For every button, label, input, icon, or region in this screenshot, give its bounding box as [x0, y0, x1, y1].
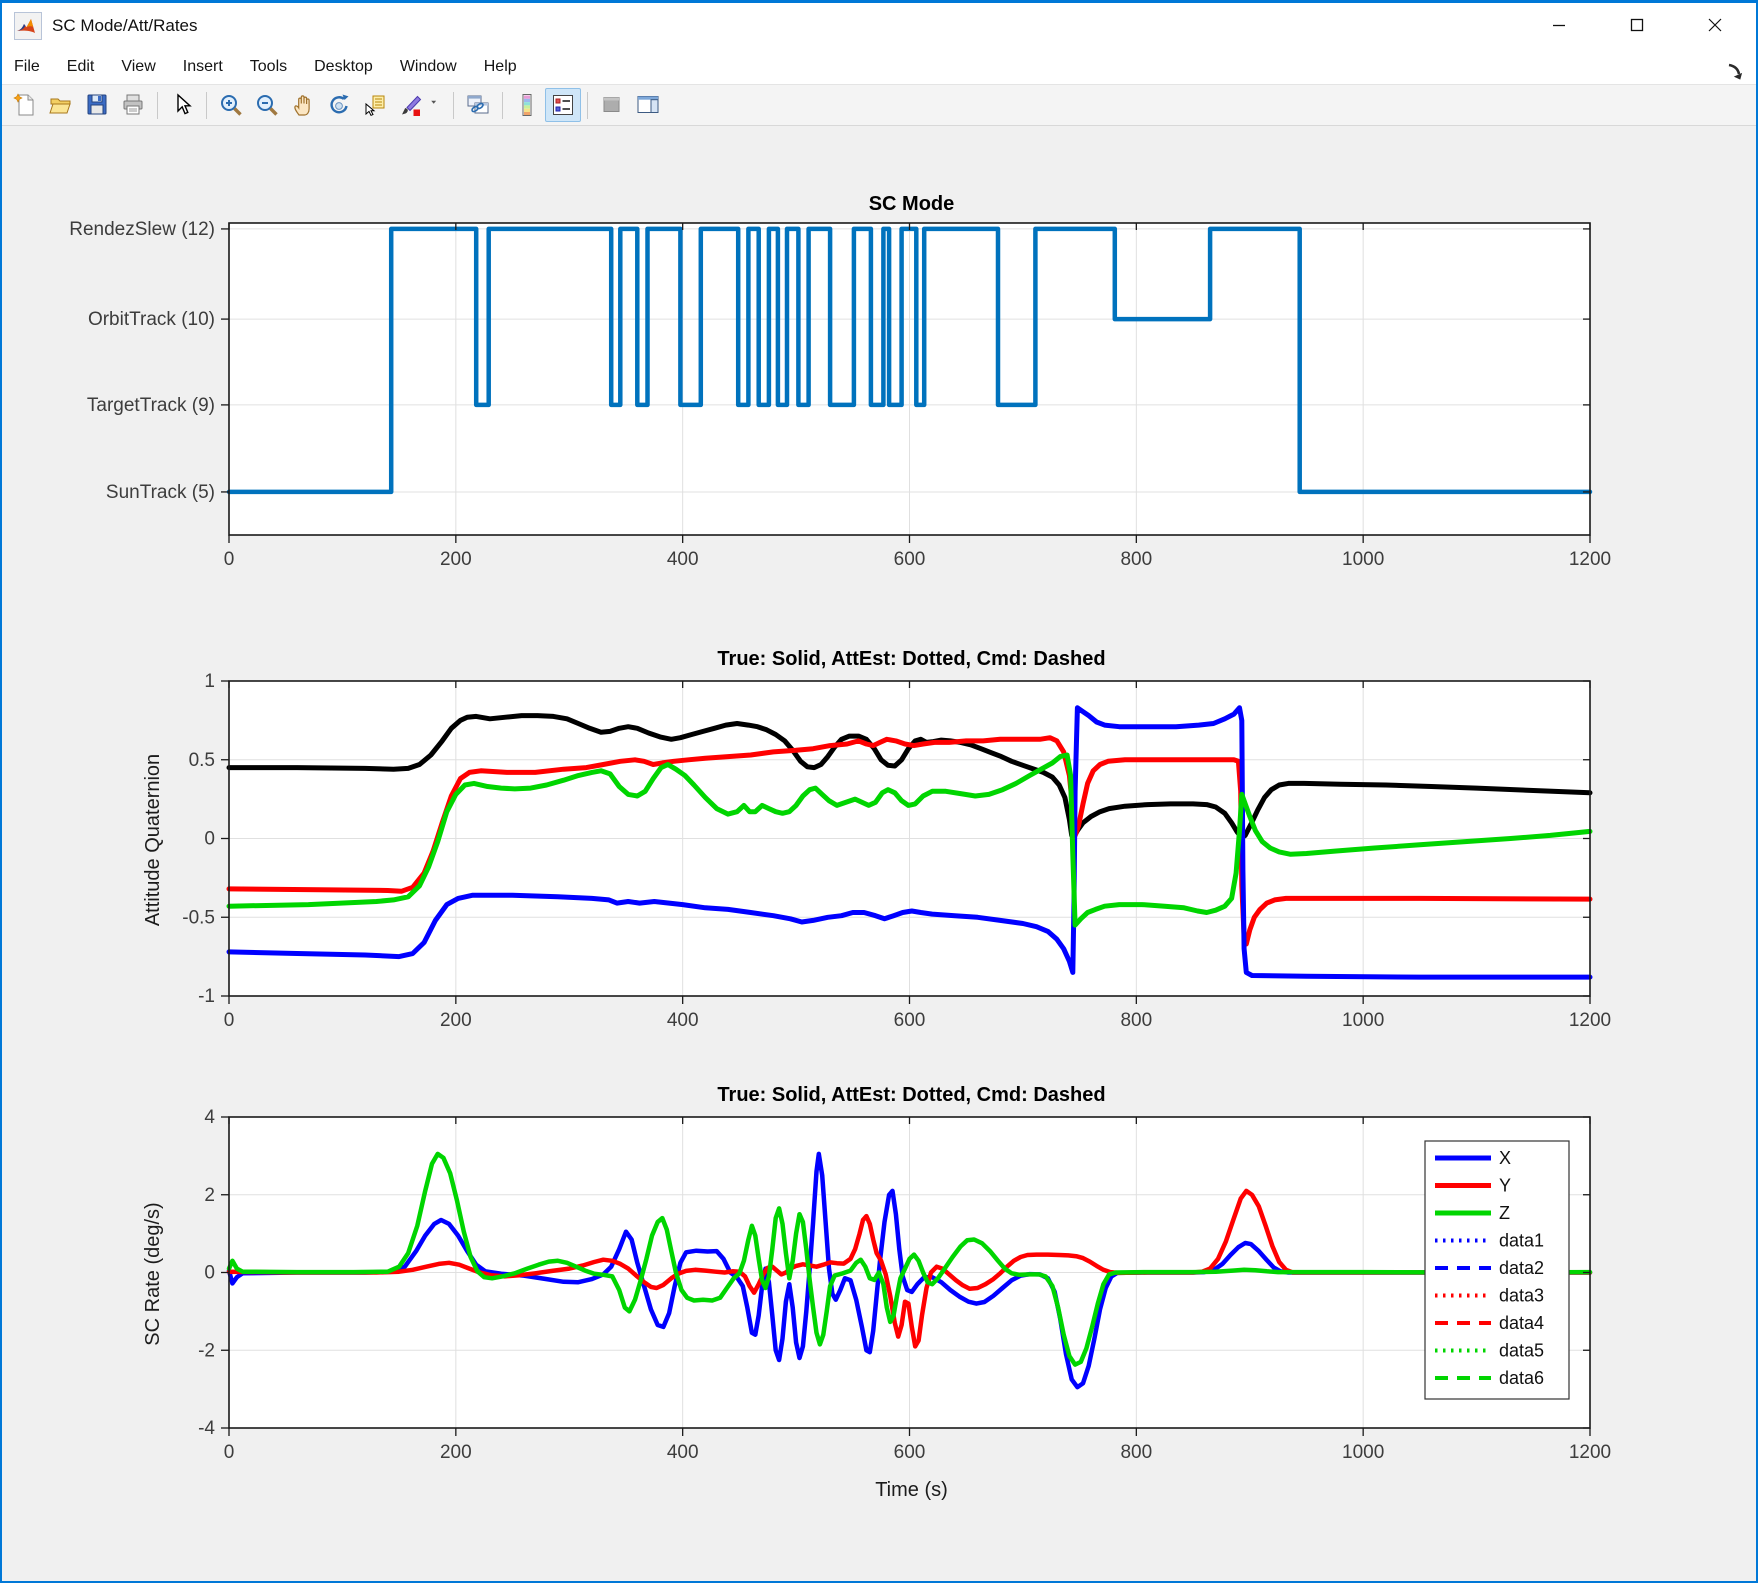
y-tick-label: -2	[198, 1340, 215, 1361]
rate-legend[interactable]: XYZdata1 data2 data3 data4 data5 data6	[1425, 1141, 1569, 1399]
menu-item-window[interactable]: Window	[400, 58, 457, 76]
y-tick-label: 1	[204, 671, 215, 692]
toolbar-separator	[587, 92, 588, 119]
hide-plot-tools-icon[interactable]	[594, 88, 630, 122]
link-plots-icon[interactable]	[460, 88, 496, 122]
legend-label-data5: data5	[1499, 1341, 1544, 1361]
title-bar: SC Mode/Att/Rates	[2, 3, 1756, 50]
figure-canvas: 020040060080010001200RendezSlew (12)Orbi…	[2, 3, 1756, 1581]
figure-toolbar	[2, 84, 1756, 126]
attitude-title: True: Solid, AttEst: Dotted, Cmd: Dashed	[231, 648, 1592, 671]
subplot-2: 0 200 400 600 800 1000 1200 1 0.5 0 -0.5 -1	[182, 671, 1611, 1031]
matlab-figure-window: SC Mode/Att/Rates File Edit View Insert Tool…	[0, 0, 1758, 1583]
x-tick-label: 200	[440, 1442, 472, 1463]
x-tick-label: 1200	[1569, 549, 1611, 570]
y-tick-label: 0	[204, 829, 215, 850]
y-tick-label: -1	[198, 986, 215, 1007]
x-tick-label: 600	[894, 549, 926, 570]
toolbar-separator	[502, 92, 503, 119]
window-title: SC Mode/Att/Rates	[52, 16, 198, 36]
menu-item-insert[interactable]: Insert	[183, 58, 223, 76]
legend-label-data3: data3	[1499, 1286, 1544, 1306]
menu-item-edit[interactable]: Edit	[67, 58, 95, 76]
legend-label-data4: data4	[1499, 1313, 1544, 1333]
x-tick-label: 800	[1120, 1442, 1152, 1463]
toolbar-separator	[453, 92, 454, 119]
menu-item-file[interactable]: File	[14, 58, 40, 76]
x-tick-label: 0	[224, 1442, 235, 1463]
x-tick-label: 600	[894, 1442, 926, 1463]
legend-label-X: X	[1499, 1148, 1511, 1168]
pan-icon[interactable]	[285, 88, 321, 122]
x-tick-label: 400	[667, 1442, 699, 1463]
dock-figure-arrow-icon[interactable]	[1726, 61, 1746, 86]
legend-label-data6: data6	[1499, 1368, 1544, 1388]
x-tick-label: 1200	[1569, 1442, 1611, 1463]
insert-legend-icon[interactable]	[545, 88, 581, 122]
x-tick-label: 0	[224, 1010, 235, 1031]
sc-mode-title: SC Mode	[231, 193, 1592, 216]
y-tick-label: 0.5	[189, 750, 215, 771]
rate-title: True: Solid, AttEst: Dotted, Cmd: Dashed	[231, 1084, 1592, 1107]
mode-tick-label: OrbitTrack (10)	[88, 309, 215, 330]
menu-item-desktop[interactable]: Desktop	[314, 58, 373, 76]
x-tick-label: 400	[667, 1010, 699, 1031]
x-tick-label: 200	[440, 549, 472, 570]
menu-item-view[interactable]: View	[121, 58, 155, 76]
rate-ylabel: SC Rate (deg/s)	[142, 1104, 166, 1444]
x-tick-label: 800	[1120, 1010, 1152, 1031]
brush-dropdown-icon[interactable]	[429, 88, 447, 122]
mode-tick-label: SunTrack (5)	[106, 482, 215, 503]
toolbar-separator	[206, 92, 207, 119]
x-tick-label: 1000	[1342, 1442, 1384, 1463]
show-plot-tools-icon[interactable]	[630, 88, 666, 122]
menu-bar: File Edit View Insert Tools Desktop Window Help	[2, 50, 1756, 84]
x-tick-label: 400	[667, 549, 699, 570]
window-controls	[1520, 3, 1754, 47]
x-tick-label: 0	[224, 549, 235, 570]
save-icon[interactable]	[79, 88, 115, 122]
x-tick-label: 1000	[1342, 549, 1384, 570]
new-document-icon[interactable]	[7, 88, 43, 122]
open-file-icon[interactable]	[43, 88, 79, 122]
legend-label-data1: data1	[1499, 1231, 1544, 1251]
close-button[interactable]	[1676, 3, 1754, 47]
zoom-in-icon[interactable]	[213, 88, 249, 122]
maximize-button[interactable]	[1598, 3, 1676, 47]
menu-item-help[interactable]: Help	[484, 58, 517, 76]
mode-tick-label: RendezSlew (12)	[69, 219, 215, 240]
subplot-3: 0 200 400 600 800 1000 1200 4 2 0 -2 -4 XYZdata1 data…	[198, 1107, 1611, 1463]
time-xlabel: Time (s)	[231, 1479, 1592, 1502]
menu-item-tools[interactable]: Tools	[250, 58, 287, 76]
y-tick-label: -4	[198, 1418, 215, 1439]
x-tick-label: 1200	[1569, 1010, 1611, 1031]
y-tick-label: 4	[204, 1107, 215, 1128]
zoom-out-icon[interactable]	[249, 88, 285, 122]
attitude-ylabel: Attitude Quaternion	[142, 670, 166, 1010]
matlab-logo-icon	[14, 12, 42, 40]
insert-colorbar-icon[interactable]	[509, 88, 545, 122]
legend-label-data2: data2	[1499, 1258, 1544, 1278]
y-tick-label: 2	[204, 1185, 215, 1206]
brush-icon[interactable]	[393, 88, 429, 122]
rotate-3d-icon[interactable]	[321, 88, 357, 122]
toolbar-separator	[157, 92, 158, 119]
pointer-icon[interactable]	[164, 88, 200, 122]
mode-tick-label: TargetTrack (9)	[87, 395, 215, 416]
x-tick-label: 1000	[1342, 1010, 1384, 1031]
print-icon[interactable]	[115, 88, 151, 122]
legend-label-Z: Z	[1499, 1203, 1510, 1223]
subplot-1: 0 200 400 600 800 1000 1200 RendezSlew (12) Orbi…	[69, 219, 1611, 570]
y-tick-label: 0	[204, 1263, 215, 1284]
x-tick-label: 200	[440, 1010, 472, 1031]
x-tick-label: 600	[894, 1010, 926, 1031]
data-cursor-icon[interactable]	[357, 88, 393, 122]
y-tick-label: -0.5	[182, 907, 215, 928]
minimize-button[interactable]	[1520, 3, 1598, 47]
x-tick-label: 800	[1120, 549, 1152, 570]
legend-label-Y: Y	[1499, 1176, 1511, 1196]
